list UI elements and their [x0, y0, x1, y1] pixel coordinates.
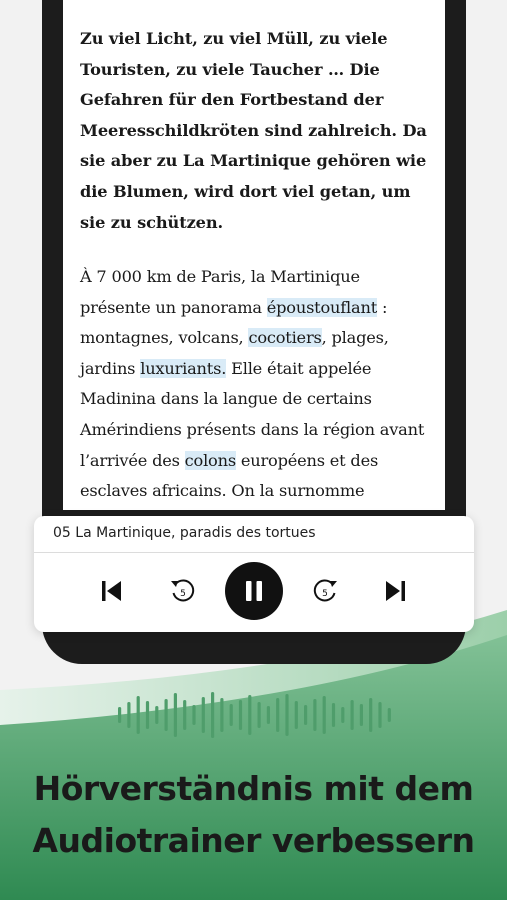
french-paragraph: À 7 000 km de Paris, la Martinique prése…: [80, 262, 430, 507]
waveform-bar: [127, 702, 131, 728]
forward-5-icon: 5: [313, 579, 337, 602]
waveform-bar: [257, 702, 261, 728]
waveform-bar: [211, 692, 215, 738]
waveform-bar: [145, 701, 150, 729]
waveform-bar: [350, 700, 354, 730]
reader-screen[interactable]: Zu viel Licht, zu viel Müll, zu viele To…: [63, 0, 445, 510]
waveform-bar: [248, 695, 252, 735]
skip-next-button[interactable]: [380, 576, 410, 606]
audio-player: 05 La Martinique, paradis des tortues 5 …: [34, 516, 474, 632]
waveform-bar: [341, 707, 345, 723]
pause-icon: [246, 581, 262, 601]
headline-line-2: Audiotrainer verbessern: [32, 821, 475, 860]
waveform-bar: [387, 708, 391, 722]
highlighted-word[interactable]: cocotiers: [248, 328, 322, 348]
track-bar: 05 La Martinique, paradis des tortues: [34, 516, 474, 553]
highlighted-word[interactable]: luxuriants.: [140, 358, 226, 378]
pause-button[interactable]: [225, 562, 283, 620]
waveform-bar: [201, 697, 205, 733]
waveform-bar: [331, 703, 336, 727]
german-paragraph: Zu viel Licht, zu viel Müll, zu viele To…: [80, 29, 427, 232]
skip-next-icon: [386, 581, 405, 601]
waveform-bar: [173, 693, 177, 737]
track-title: 05 La Martinique, paradis des tortues: [53, 525, 316, 541]
rewind-button[interactable]: 5: [167, 575, 199, 607]
forward-seconds-label: 5: [322, 589, 328, 599]
highlighted-word[interactable]: colons: [184, 450, 236, 470]
waveform-bar: [136, 696, 140, 734]
waveform-bar: [378, 702, 382, 728]
waveform-bar: [276, 698, 280, 732]
waveform-bar: [369, 698, 373, 732]
waveform-bar: [118, 707, 122, 723]
waveform-bar: [229, 704, 233, 726]
skip-previous-button[interactable]: [97, 576, 127, 606]
waveform-bar: [359, 704, 363, 726]
headline-line-1: Hörverständnis mit dem: [33, 769, 474, 808]
waveform-bar: [155, 706, 159, 724]
waveform-bar: [285, 694, 289, 736]
waveform-bar: [164, 699, 168, 731]
forward-button[interactable]: 5: [309, 575, 341, 607]
waveform-bar: [220, 698, 224, 732]
waveform-bar: [304, 705, 308, 725]
skip-previous-icon: [102, 581, 121, 601]
rewind-5-icon: 5: [171, 579, 195, 602]
waveform-bar: [266, 706, 270, 724]
waveform-bar: [322, 696, 326, 734]
waveform-bar: [294, 701, 298, 729]
rewind-seconds-label: 5: [180, 589, 186, 599]
waveform-bar: [183, 700, 187, 730]
waveform-bar: [238, 700, 243, 730]
headline: Hörverständnis mit dem Audiotrainer verb…: [0, 763, 507, 867]
highlighted-word[interactable]: époustouflant: [266, 297, 377, 317]
waveform-bar: [313, 699, 317, 731]
waveform-bar: [192, 705, 196, 725]
